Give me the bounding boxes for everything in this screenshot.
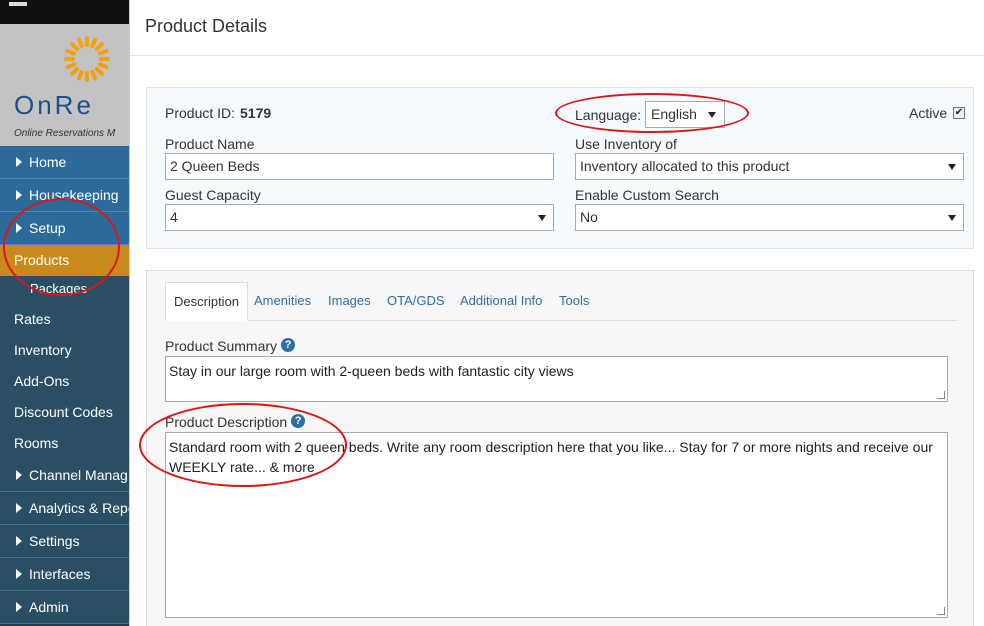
guest-capacity-label: Guest Capacity	[165, 187, 261, 203]
sidebar-item-add-ons[interactable]: Add-Ons	[0, 366, 130, 397]
inventory-value: Inventory allocated to this product	[580, 158, 790, 174]
sidebar-item-settings[interactable]: Settings	[0, 525, 130, 558]
chevron-down-icon	[538, 215, 546, 221]
sidebar-item-label: Discount Codes	[14, 404, 113, 420]
product-info-panel: Product ID: 5179 Language: English Activ…	[146, 87, 974, 249]
active-label: Active	[909, 105, 948, 121]
sidebar-item-label: Products	[14, 252, 70, 268]
logo-area: OnRe Online Reservations M	[0, 24, 130, 146]
help-icon[interactable]: ?	[291, 414, 306, 429]
sidebar-item-label: Home	[29, 154, 67, 170]
help-icon[interactable]: ?	[281, 338, 296, 353]
product-description-value: Standard room with 2 queen beds. Write a…	[169, 439, 933, 475]
sidebar-item-label: Setup	[29, 220, 66, 236]
sidebar-item-setup[interactable]: Setup	[0, 212, 130, 245]
chevron-down-icon	[948, 164, 956, 170]
sidebar-item-channel-manag[interactable]: Channel Manag	[0, 459, 130, 492]
language-label: Language:	[575, 107, 642, 123]
tab-description[interactable]: Description	[165, 282, 249, 321]
tab-amenities[interactable]: Amenities	[254, 282, 311, 321]
tab-tools[interactable]: Tools	[559, 282, 589, 321]
product-description-label-text: Product Description	[165, 414, 288, 430]
tab-ota-gds[interactable]: OTA/GDS	[387, 282, 445, 321]
custom-search-value: No	[580, 209, 598, 225]
product-description-label: Product Description?	[165, 414, 306, 430]
product-id-label: Product ID:	[165, 105, 236, 121]
language-select[interactable]: English	[645, 101, 725, 128]
sidebar-item-label: Add-Ons	[14, 373, 70, 389]
product-summary-label: Product Summary?	[165, 338, 296, 354]
sidebar-item-rates[interactable]: Rates	[0, 304, 130, 335]
sidebar-item-label: Channel Manag	[29, 467, 128, 483]
sidebar-item-label: Settings	[29, 533, 80, 549]
sidebar-item-label: Housekeeping	[29, 187, 119, 203]
custom-search-label: Enable Custom Search	[575, 187, 719, 203]
inventory-select[interactable]: Inventory allocated to this product	[575, 153, 964, 180]
sidebar-item-label: Rates	[14, 311, 51, 327]
product-details-modal: Product Details Product ID: 5179 Languag…	[129, 0, 984, 626]
sidebar-item-home[interactable]: Home	[0, 146, 130, 179]
sidebar-item-label: Analytics & Repo	[29, 500, 130, 516]
product-tabs-panel: Description Amenities Images OTA/GDS Add…	[146, 270, 974, 626]
sidebar-item-label: Interfaces	[29, 566, 91, 582]
caret-right-icon	[16, 503, 22, 514]
product-description-textarea[interactable]: Standard room with 2 queen beds. Write a…	[165, 432, 948, 618]
tab-additional-info[interactable]: Additional Info	[460, 282, 542, 321]
sidebar-item-housekeeping[interactable]: Housekeeping	[0, 179, 130, 212]
sidebar-item-inventory[interactable]: Inventory	[0, 335, 130, 366]
caret-right-icon	[16, 223, 22, 234]
sidebar-item-label: Packages	[30, 281, 88, 296]
product-name-label: Product Name	[165, 136, 255, 152]
custom-search-select[interactable]: No	[575, 204, 964, 231]
product-summary-label-text: Product Summary	[165, 338, 278, 354]
caret-right-icon	[16, 470, 22, 481]
brand-tagline: Online Reservations M	[14, 128, 116, 139]
sidebar-item-discount-codes[interactable]: Discount Codes	[0, 397, 130, 428]
tab-bar: Description Amenities Images OTA/GDS Add…	[165, 282, 957, 321]
caret-right-icon	[16, 190, 22, 201]
resize-handle-icon[interactable]	[937, 391, 945, 399]
resize-handle-icon[interactable]	[937, 607, 945, 615]
sidebar-item-packages[interactable]: Packages	[0, 276, 130, 304]
sun-logo-icon	[64, 36, 110, 82]
caret-right-icon	[16, 157, 22, 168]
chevron-down-icon	[708, 112, 716, 118]
sidebar: OnRe Online Reservations M Home Housekeep…	[0, 0, 130, 626]
top-bar	[0, 0, 130, 24]
sidebar-item-products[interactable]: Products	[0, 245, 130, 276]
caret-right-icon	[16, 569, 22, 580]
tab-images[interactable]: Images	[328, 282, 371, 321]
sidebar-item-label: Rooms	[14, 435, 59, 451]
caret-right-icon	[16, 536, 22, 547]
caret-right-icon	[16, 602, 22, 613]
sidebar-item-admin[interactable]: Admin	[0, 591, 130, 624]
modal-title: Product Details	[130, 0, 984, 56]
product-id-value: 5179	[240, 105, 272, 121]
menu-toggle-icon[interactable]	[9, 2, 27, 6]
product-summary-textarea[interactable]: Stay in our large room with 2-queen beds…	[165, 356, 948, 402]
sidebar-item-interfaces[interactable]: Interfaces	[0, 558, 130, 591]
product-summary-value: Stay in our large room with 2-queen beds…	[169, 363, 574, 379]
sidebar-item-label: Inventory	[14, 342, 72, 358]
nav-list: Home Housekeeping Setup Products Packages Rat…	[0, 146, 130, 624]
inventory-label: Use Inventory of	[575, 136, 677, 152]
guest-capacity-select[interactable]: 4	[165, 204, 554, 231]
sidebar-item-label: Admin	[29, 599, 69, 615]
chevron-down-icon	[948, 215, 956, 221]
language-value: English	[651, 106, 697, 122]
sidebar-item-analytics-repo[interactable]: Analytics & Repo	[0, 492, 130, 525]
active-checkbox[interactable]: ✔	[953, 107, 965, 119]
sidebar-item-rooms[interactable]: Rooms	[0, 428, 130, 459]
product-name-value: 2 Queen Beds	[170, 158, 260, 174]
product-name-input[interactable]: 2 Queen Beds	[165, 153, 554, 180]
guest-capacity-value: 4	[170, 209, 178, 225]
brand-name: OnRe	[14, 90, 94, 120]
